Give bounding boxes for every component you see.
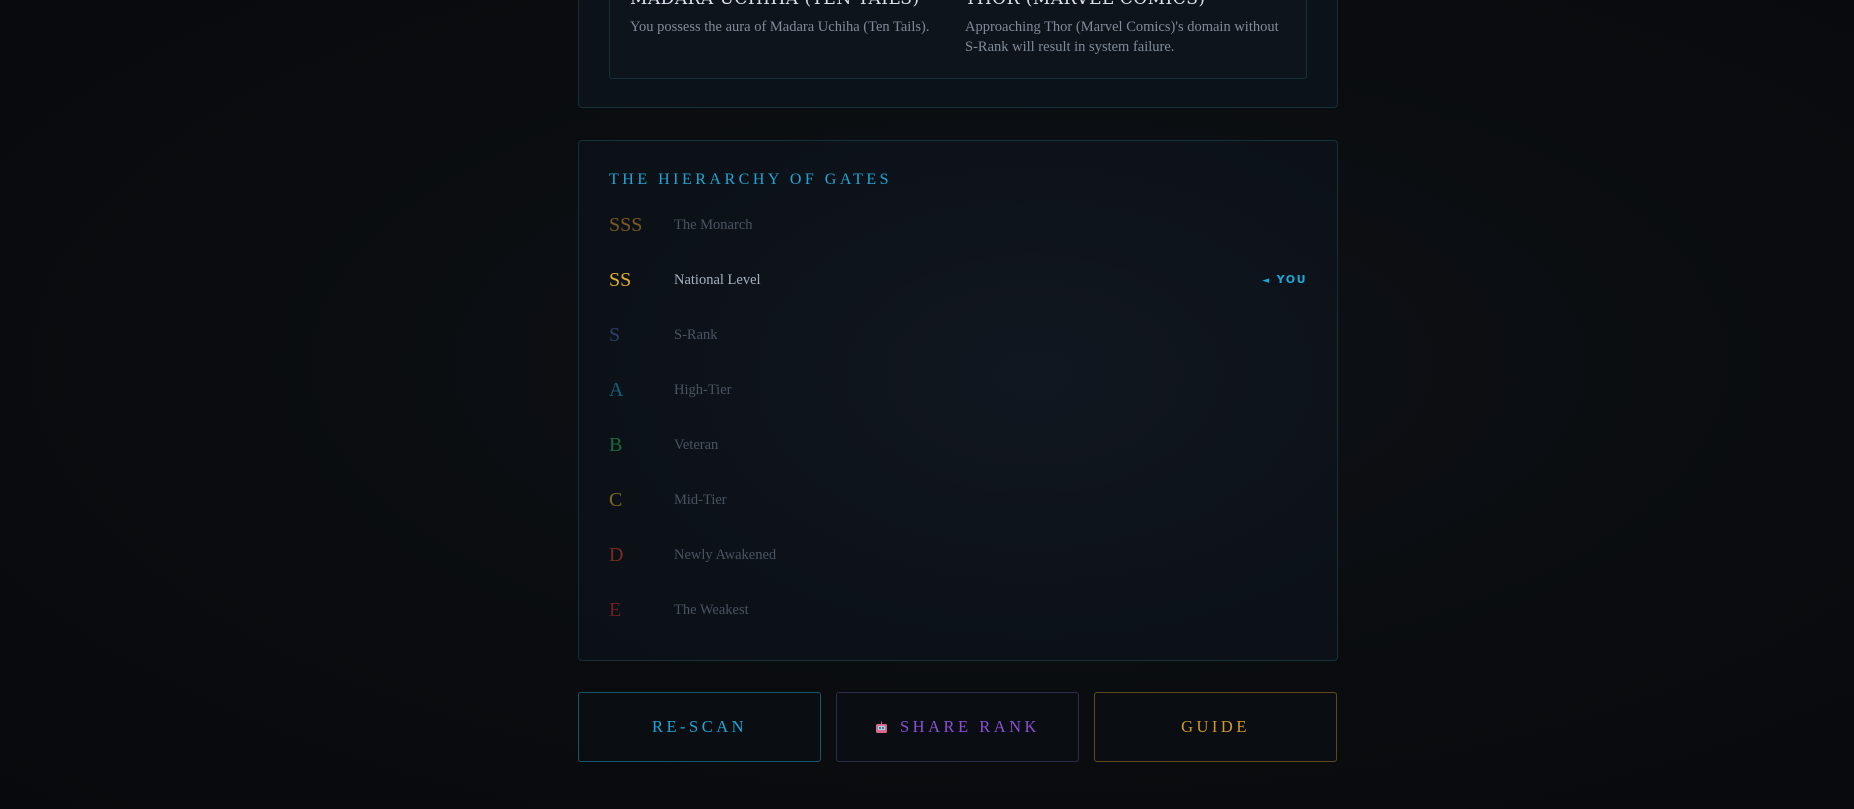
rank-label: S-Rank — [674, 327, 718, 343]
rank-letter: E — [609, 599, 622, 621]
aura-name: Madara Uchiha (Ten Tails) — [630, 0, 920, 9]
rank-label: Mid-Tier — [674, 492, 727, 508]
aura-description: You possess the aura of Madara Uchiha (T… — [630, 19, 930, 35]
hierarchy-title: The Hierarchy of Gates — [609, 171, 893, 188]
arrow-left-icon: ◄ — [1262, 276, 1271, 286]
rank-row-a: A High-Tier — [609, 375, 1307, 405]
rank-row-d: D Newly Awakened — [609, 540, 1307, 570]
guide-button[interactable]: Guide — [1094, 692, 1337, 762]
share-rank-label: Share Rank — [900, 717, 1040, 736]
page: Madara Uchiha (Ten Tails) You possess th… — [0, 0, 1854, 809]
rank-label: Newly Awakened — [674, 547, 777, 563]
rank-letter: SSS — [609, 214, 643, 236]
rank-letter: A — [609, 379, 624, 401]
rank-label: The Weakest — [674, 602, 749, 618]
rank-row-b: B Veteran — [609, 430, 1307, 460]
rank-letter: S — [609, 324, 621, 346]
rank-label: Veteran — [674, 437, 719, 453]
you-marker: ◄ YOU — [1262, 265, 1307, 296]
rank-row-sss: SSS The Monarch — [609, 210, 1307, 240]
compatibility-card: Madara Uchiha (Ten Tails) You possess th… — [609, 0, 1307, 79]
guide-label: Guide — [1181, 717, 1250, 736]
rank-letter: D — [609, 544, 624, 566]
rank-row-c: C Mid-Tier — [609, 485, 1307, 515]
rank-row-ss: SS National Level ◄ YOU — [609, 265, 1307, 295]
rescan-label: Re-Scan — [651, 717, 748, 736]
rescan-button[interactable]: Re-Scan — [578, 692, 821, 762]
compatibility-panel: Madara Uchiha (Ten Tails) You possess th… — [578, 0, 1338, 108]
hierarchy-panel: The Hierarchy of Gates SSS The Monarch S… — [578, 140, 1338, 661]
rank-row-e: E The Weakest — [609, 595, 1307, 625]
rival-name: Thor (Marvel Comics) — [965, 0, 1206, 9]
rank-letter: B — [609, 434, 623, 456]
rank-letter: SS — [609, 269, 632, 291]
share-rank-button[interactable]: Share Rank — [836, 692, 1079, 762]
rank-label: The Monarch — [674, 217, 753, 233]
rank-label: National Level — [674, 272, 761, 288]
rival-description: Approaching Thor (Marvel Comics)'s domai… — [965, 19, 1279, 55]
rank-label: High-Tier — [674, 382, 732, 398]
you-label: YOU — [1276, 273, 1307, 286]
rank-row-s: S S-Rank — [609, 320, 1307, 350]
share-robot-icon — [875, 721, 888, 734]
rank-letter: C — [609, 489, 623, 511]
